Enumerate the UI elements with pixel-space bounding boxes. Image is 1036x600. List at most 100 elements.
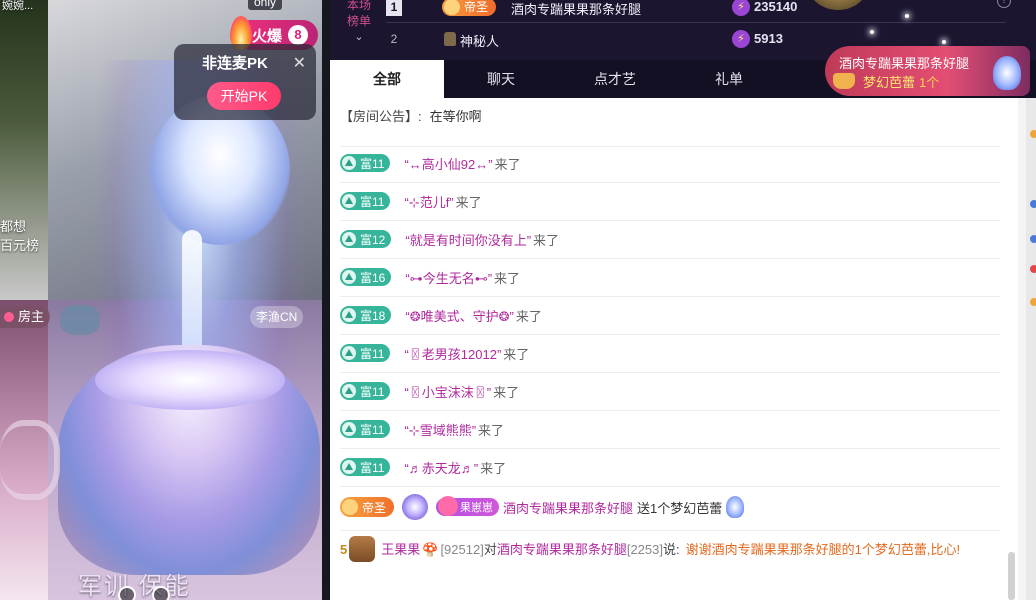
message-say-label: 说: [663, 542, 680, 557]
fan-club-badge: 果崽崽 [436, 496, 500, 516]
join-message: 富16 “⊶今生无名⊷” 来了 [340, 258, 1000, 296]
side-dot-icon[interactable] [1030, 298, 1036, 306]
user-level-badge: 5 [340, 542, 348, 557]
join-message: 富11 “♬赤天龙♬” 来了 [340, 448, 1000, 486]
message-room-id: [92512] [440, 542, 484, 557]
level-icon [342, 422, 356, 436]
wealth-level-text: 富11 [360, 460, 385, 475]
host-tag-label: 房主 [18, 309, 45, 324]
leaderboard-divider [386, 22, 1006, 23]
streamer-name-fragment: 婉婉... [2, 0, 34, 12]
music-box-gift-top [95, 350, 285, 410]
ballerina-gift-icon [993, 56, 1021, 90]
join-user-name[interactable]: “⊶今生无名⊷” [405, 268, 492, 287]
gift-notice-gift-name: 梦幻芭蕾 [863, 75, 916, 90]
start-pk-button[interactable]: 开始PK [207, 82, 281, 110]
join-user-name[interactable]: “〿老男孩12012” [404, 344, 501, 363]
level-icon [342, 384, 356, 398]
wealth-level-text: 富16 [360, 270, 386, 285]
tab-chat[interactable]: 聊天 [444, 60, 558, 98]
side-dot-icon[interactable] [1030, 265, 1036, 273]
side-dot-icon[interactable] [1030, 200, 1036, 208]
rank-number: 2 [390, 32, 398, 46]
gift-notice-banner[interactable]: 酒肉专踹果果那条好腿 梦幻芭蕾 1个 [825, 46, 1030, 96]
camera-icon[interactable] [152, 586, 170, 600]
wealth-level-badge: 富12 [340, 230, 392, 248]
side-dot-icon[interactable] [1030, 235, 1036, 243]
wealth-level-badge: 富16 [340, 268, 392, 286]
join-user-name[interactable]: “〿小宝沫沫〿” [404, 382, 491, 401]
join-message: 富11 “〿小宝沫沫〿” 来了 [340, 372, 1000, 410]
sparkle-decoration [870, 30, 874, 34]
join-suffix: 来了 [494, 156, 521, 172]
chain-decoration [0, 420, 60, 500]
join-suffix: 来了 [533, 232, 560, 248]
tab-talent-request[interactable]: 点才艺 [558, 60, 672, 98]
level-icon [342, 156, 356, 170]
hot-badge-label: 火爆 [252, 27, 283, 45]
rank-user-name: 神秘人 [460, 34, 500, 49]
close-icon[interactable]: ✕ [293, 53, 306, 73]
gift-message: 帝圣 果崽崽 酒肉专踹果果那条好腿 送1个梦幻芭蕾 [340, 488, 1000, 526]
level-icon [342, 308, 356, 322]
rank-user-name: 酒肉专踹果果那条好腿 [511, 2, 642, 17]
chevron-down-icon: ⌄ [354, 31, 364, 43]
join-user-name[interactable]: “♬赤天龙♬” [404, 458, 478, 477]
join-suffix: 来了 [494, 270, 521, 286]
join-user-name[interactable]: “↔高小仙92↔” [404, 154, 492, 173]
gift-notice-count: 1个 [919, 75, 940, 90]
wealth-level-badge: 富11 [340, 458, 391, 476]
level-icon [342, 460, 356, 474]
chat-message: 5 王果果 🍄 [92512]对酒肉专踹果果那条好腿[2253]说: 谢谢酒肉专踹果果那… [340, 536, 1000, 563]
side-dot-icon[interactable] [1030, 130, 1036, 138]
wealth-level-text: 富18 [360, 308, 386, 323]
leaderboard-row[interactable]: 1 帝圣 酒肉专踹果果那条好腿 235140 [386, 0, 946, 20]
wealth-level-text: 富11 [360, 384, 385, 399]
pk-panel: 非连麦PK ✕ 开始PK [174, 44, 316, 120]
gift-sender-name[interactable]: 酒肉专踹果果那条好腿 [503, 498, 633, 517]
chat-scrollbar-thumb[interactable] [1008, 552, 1015, 600]
rank-number: 1 [386, 0, 402, 16]
leaderboard-toggle[interactable]: 本场榜单 ⌄ [346, 0, 372, 45]
rank-score: 235140 [732, 0, 797, 17]
join-user-name[interactable]: “就是有时间你没有上” [405, 230, 531, 249]
wealth-level-badge: 富11 [340, 154, 391, 172]
live-video-area[interactable]: 婉婉... 都想 百元榜 军训 保能 only 火爆 8 非连麦PK ✕ 开始P… [0, 0, 330, 600]
message-target-name[interactable]: 酒肉专踹果果那条好腿 [497, 542, 627, 557]
join-user-name[interactable]: “⊹雪域熊熊” [404, 420, 476, 439]
join-suffix: 来了 [503, 346, 530, 362]
wealth-level-badge: 富11 [340, 344, 391, 362]
help-icon[interactable]: ? [997, 0, 1011, 8]
level-icon [342, 346, 356, 360]
message-target-room-id: [2253] [626, 542, 663, 557]
chat-feed[interactable]: 【房间公告】: 在等你啊 富11 “↔高小仙92↔” 来了 富11 “⊹范儿f” … [330, 98, 1018, 600]
sparkle-decoration [942, 40, 946, 44]
tab-all[interactable]: 全部 [330, 60, 444, 98]
join-message: 富11 “⊹雪域熊熊” 来了 [340, 410, 1000, 448]
co-host-tag[interactable]: 李渔CN [250, 306, 304, 328]
mic-icon[interactable] [118, 586, 136, 600]
tab-gift-list[interactable]: 礼单 [672, 60, 786, 98]
join-message: 富11 “↔高小仙92↔” 来了 [340, 144, 1000, 182]
wealth-level-text: 富11 [360, 422, 385, 437]
join-suffix: 来了 [455, 194, 482, 210]
join-message: 富12 “就是有时间你没有上” 来了 [340, 220, 1000, 258]
wealth-level-text: 富11 [360, 194, 385, 209]
overlay-text-2: 百元榜 [0, 238, 40, 253]
wealth-level-text: 富11 [360, 346, 385, 361]
message-user-name[interactable]: 王果果 [381, 542, 420, 557]
room-announcement: 【房间公告】: 在等你啊 [340, 106, 482, 125]
host-icon [4, 312, 14, 322]
join-message: 富11 “〿老男孩12012” 来了 [340, 334, 1000, 372]
video-divider [322, 0, 330, 600]
wealth-level-badge: 富11 [340, 192, 391, 210]
hot-badge-count: 8 [288, 25, 309, 45]
emperor-badge: 帝圣 [442, 0, 497, 16]
mystery-user-icon [444, 32, 456, 46]
camera-feed-1 [0, 0, 48, 300]
flower-icon [402, 494, 429, 520]
gift-notice-sender: 酒肉专踹果果那条好腿 [839, 56, 970, 71]
join-user-name[interactable]: “❂唯美式、守护❂” [405, 306, 513, 325]
wealth-level-text: 富11 [360, 156, 385, 171]
join-user-name[interactable]: “⊹范儿f” [404, 192, 453, 211]
